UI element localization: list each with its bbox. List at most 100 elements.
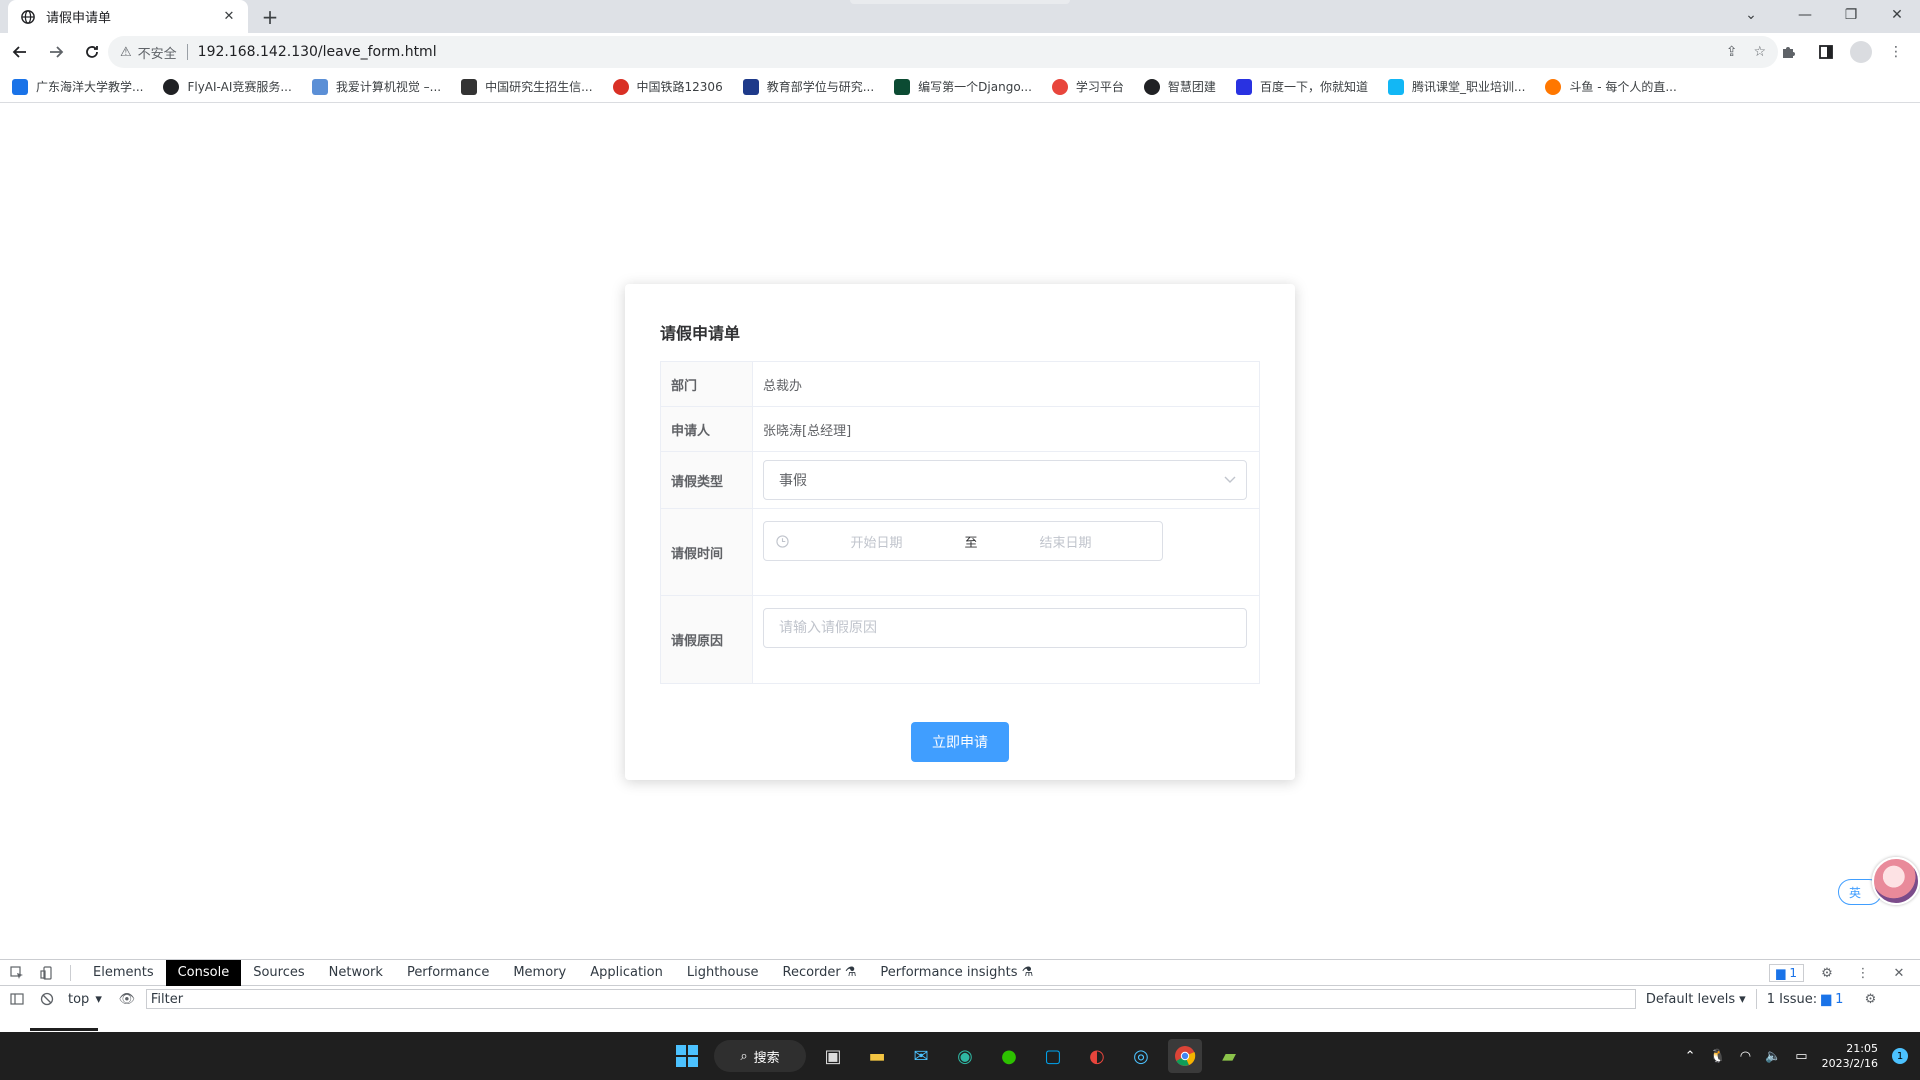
- bookmark-item[interactable]: 我爱计算机视觉 –...: [311, 78, 441, 95]
- browser-tab-active[interactable]: 请假申请单 ✕: [8, 0, 248, 33]
- console-settings-gear-icon[interactable]: ⚙: [1857, 986, 1883, 1012]
- devtools-tab-memory[interactable]: Memory: [501, 960, 578, 986]
- tab-search-chevron-icon[interactable]: ⌄: [1728, 0, 1774, 30]
- tray-chevron-up-icon[interactable]: ⌃: [1685, 1049, 1696, 1064]
- bookmark-favicon-icon: [894, 78, 911, 95]
- log-levels-dropdown[interactable]: Default levels ▾: [1636, 992, 1756, 1007]
- bookmark-item[interactable]: 学习平台: [1051, 78, 1124, 95]
- battery-icon[interactable]: ▭: [1795, 1049, 1807, 1064]
- qq-tray-icon[interactable]: 🐧: [1710, 1049, 1726, 1064]
- share-icon[interactable]: ⇪: [1726, 44, 1738, 60]
- app-window-icon[interactable]: ▢: [1036, 1039, 1070, 1073]
- windows-start-icon[interactable]: [670, 1039, 704, 1073]
- bookmark-item[interactable]: 斗鱼 - 每个人的直...: [1545, 78, 1677, 95]
- inspect-element-icon[interactable]: [4, 960, 30, 986]
- devtools-tab-console[interactable]: Console: [165, 959, 242, 986]
- leave-type-row: 请假类型 事假: [661, 452, 1259, 509]
- bookmark-star-icon[interactable]: ☆: [1753, 44, 1766, 60]
- restore-icon[interactable]: ❐: [1828, 0, 1874, 30]
- bookmark-item[interactable]: 广东海洋大学教学...: [12, 78, 143, 95]
- bookmark-item[interactable]: 百度一下，你就知道: [1235, 78, 1368, 95]
- wechat-icon[interactable]: ●: [992, 1039, 1026, 1073]
- reason-label: 请假原因: [661, 596, 753, 683]
- start-date-input[interactable]: 开始日期: [792, 532, 961, 551]
- bookmark-item[interactable]: 中国研究生招生信...: [461, 78, 593, 95]
- extensions-puzzle-icon[interactable]: [1774, 38, 1802, 66]
- app-ring-icon[interactable]: ◎: [1124, 1039, 1158, 1073]
- close-tab-icon[interactable]: ✕: [220, 8, 238, 26]
- reload-icon[interactable]: [76, 36, 108, 68]
- profile-avatar-icon[interactable]: [1850, 41, 1872, 63]
- security-indicator[interactable]: ⚠ 不安全: [120, 43, 177, 62]
- back-arrow-icon[interactable]: [4, 36, 36, 68]
- bookmark-item[interactable]: 教育部学位与研究...: [742, 78, 874, 95]
- bookmark-favicon-icon: [461, 78, 478, 95]
- edge-browser-icon[interactable]: ◉: [948, 1039, 982, 1073]
- console-filter-bar: top▾ 👁 Default levels▾ 1 Issue:▆1 ⚙: [0, 986, 1920, 1012]
- close-window-icon[interactable]: ✕: [1874, 0, 1920, 30]
- chrome-icon[interactable]: [1168, 1039, 1202, 1073]
- device-toolbar-icon[interactable]: [34, 960, 60, 986]
- wifi-icon[interactable]: ◠: [1740, 1049, 1751, 1064]
- system-tray: ⌃ 🐧 ◠ 🔈 ▭ 21:05 2023/2/16 1: [1685, 1032, 1908, 1080]
- taskbar-search-button[interactable]: ⌕ 搜索: [714, 1040, 806, 1072]
- devtools-tab-performance[interactable]: Performance: [395, 960, 501, 986]
- close-devtools-icon[interactable]: ✕: [1886, 960, 1912, 986]
- devtools-tab-lighthouse[interactable]: Lighthouse: [675, 960, 771, 986]
- devtools-tab-bar: Elements Console Sources Network Perform…: [0, 959, 1920, 986]
- side-panel-icon[interactable]: [1812, 38, 1840, 66]
- bookmarks-bar: 广东海洋大学教学... FlyAI-AI竞赛服务... 我爱计算机视觉 –...…: [0, 71, 1920, 103]
- devtools-divider: [70, 964, 71, 981]
- submit-application-button[interactable]: 立即申请: [911, 722, 1009, 762]
- pycharm-icon[interactable]: ▰: [1212, 1039, 1246, 1073]
- reason-input[interactable]: [763, 608, 1247, 648]
- bookmark-item[interactable]: 腾讯课堂_职业培训...: [1387, 78, 1525, 95]
- applicant-label: 申请人: [661, 407, 753, 451]
- devtools-scrollbar[interactable]: [30, 1028, 98, 1031]
- notification-badge[interactable]: 1: [1892, 1048, 1908, 1064]
- console-messages-badge[interactable]: ▆ 1: [1769, 964, 1804, 982]
- devtools-tab-application[interactable]: Application: [578, 960, 675, 986]
- devtools-tab-recorder[interactable]: Recorder ⚗: [771, 960, 869, 986]
- console-filter-input[interactable]: [145, 989, 1636, 1009]
- volume-icon[interactable]: 🔈: [1765, 1049, 1781, 1064]
- leave-date-range-picker[interactable]: 开始日期 至 结束日期: [763, 521, 1163, 561]
- floating-assistant[interactable]: 英: [1838, 857, 1920, 905]
- settings-gear-icon[interactable]: ⚙: [1814, 960, 1840, 986]
- devtools-panel: Elements Console Sources Network Perform…: [0, 959, 1920, 1032]
- bookmark-item[interactable]: 编写第一个Django...: [894, 78, 1032, 95]
- clear-console-icon[interactable]: [34, 986, 60, 1012]
- bookmark-item[interactable]: FlyAI-AI竞赛服务...: [163, 78, 292, 95]
- bookmark-favicon-icon: [1545, 78, 1562, 95]
- url-text[interactable]: 192.168.142.130/leave_form.html: [198, 44, 1726, 60]
- devtools-tab-performance-insights[interactable]: Performance insights ⚗: [868, 960, 1045, 986]
- file-explorer-icon[interactable]: ▬: [860, 1039, 894, 1073]
- leave-time-row: 请假时间 开始日期 至 结束日期: [661, 509, 1259, 596]
- browser-menu-icon[interactable]: ⋮: [1882, 38, 1910, 66]
- devtools-menu-icon[interactable]: ⋮: [1850, 960, 1876, 986]
- leave-type-select[interactable]: 事假: [763, 460, 1247, 500]
- issues-counter[interactable]: 1 Issue: ▆ 1: [1755, 989, 1854, 1009]
- address-bar[interactable]: ⚠ 不安全 192.168.142.130/leave_form.html ⇪ …: [108, 36, 1778, 68]
- security-label: 不安全: [137, 46, 177, 62]
- devtools-tab-elements[interactable]: Elements: [81, 960, 166, 986]
- message-icon: ▆: [1821, 991, 1832, 1007]
- app-swirl-icon[interactable]: ◐: [1080, 1039, 1114, 1073]
- new-tab-button[interactable]: +: [258, 5, 282, 29]
- task-view-icon[interactable]: ▣: [816, 1039, 850, 1073]
- devtools-tab-network[interactable]: Network: [317, 960, 395, 986]
- sidebar-toggle-icon[interactable]: [4, 986, 30, 1012]
- mail-icon[interactable]: ✉: [904, 1039, 938, 1073]
- taskbar-clock[interactable]: 21:05 2023/2/16: [1822, 1041, 1878, 1071]
- context-selector[interactable]: top ▾: [60, 992, 110, 1007]
- devtools-tab-sources[interactable]: Sources: [241, 960, 316, 986]
- end-date-input[interactable]: 结束日期: [981, 532, 1150, 551]
- bookmark-item[interactable]: 中国铁路12306: [612, 78, 723, 95]
- live-expression-eye-icon[interactable]: 👁: [114, 986, 140, 1012]
- clock-date: 2023/2/16: [1821, 1057, 1878, 1070]
- assistant-avatar-icon[interactable]: [1872, 857, 1920, 905]
- bookmark-item[interactable]: 智慧团建: [1143, 78, 1216, 95]
- minimize-icon[interactable]: —: [1782, 0, 1828, 30]
- forward-arrow-icon[interactable]: [40, 36, 72, 68]
- message-icon: ▆: [1776, 966, 1786, 980]
